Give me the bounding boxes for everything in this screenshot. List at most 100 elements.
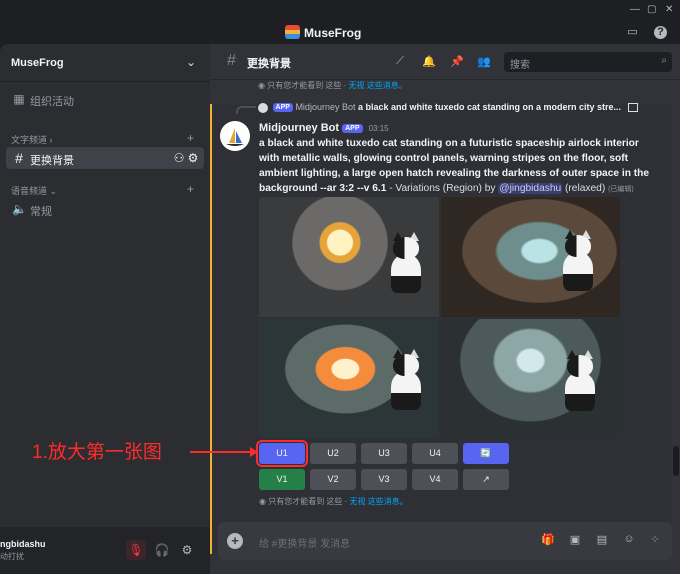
- cat-figure: [561, 230, 595, 291]
- emoji-icon[interactable]: ☺: [622, 533, 636, 547]
- u3-button[interactable]: U3: [361, 443, 407, 464]
- voice-channels-category[interactable]: 语音频道 ⌄ +: [11, 182, 194, 197]
- text-channels-category[interactable]: 文字频道 › +: [11, 131, 194, 146]
- cat-figure: [389, 348, 423, 410]
- search-placeholder: 搜索: [510, 60, 530, 71]
- server-name: MuseFrog: [11, 57, 64, 69]
- v2-button[interactable]: V2: [310, 469, 356, 490]
- generated-image-4[interactable]: [440, 318, 620, 438]
- hash-icon: #: [15, 150, 23, 166]
- channel-title: 更换背景: [247, 58, 291, 70]
- generated-image-3[interactable]: [259, 318, 439, 438]
- avatar[interactable]: [220, 121, 250, 151]
- cat-figure: [563, 349, 597, 411]
- sticker-icon[interactable]: ▤: [595, 533, 609, 547]
- sidebar-item-channel[interactable]: # 更换背景 ⚇ ⚙: [6, 147, 204, 169]
- add-channel-icon[interactable]: +: [187, 131, 194, 145]
- message-body: a black and white tuxedo cat standing on…: [259, 136, 654, 197]
- generated-image-1[interactable]: [259, 197, 439, 317]
- annotation-arrow: [190, 451, 256, 453]
- search-icon: ⌕: [661, 55, 667, 66]
- image-icon: [627, 103, 638, 113]
- bell-icon[interactable]: 🔔: [422, 55, 436, 69]
- generated-image-2[interactable]: [440, 197, 620, 317]
- sidebar-item-label: 组织活动: [30, 96, 74, 108]
- app-logo-icon: [285, 25, 300, 39]
- username: ngbidashu: [0, 539, 46, 549]
- members-icon[interactable]: 👥: [477, 55, 491, 69]
- avatar: [258, 102, 268, 113]
- sidebar-item-label: 常规: [30, 206, 52, 218]
- maximize-button[interactable]: ▢: [647, 4, 656, 15]
- sidebar-item-label: 更换背景: [30, 155, 74, 167]
- speaker-icon: 🔈: [12, 202, 27, 216]
- inbox-icon[interactable]: ▭: [626, 26, 639, 39]
- user-mention[interactable]: @jingbidashu: [498, 183, 563, 194]
- reply-author: Midjourney Bot: [295, 102, 356, 112]
- channel-sidebar: [0, 44, 210, 574]
- message-input[interactable]: 给 #更换背景 发消息: [259, 535, 350, 550]
- v4-button[interactable]: V4: [412, 469, 458, 490]
- sidebar-item-events[interactable]: ▦ 组织活动: [6, 88, 204, 110]
- server-header[interactable]: MuseFrog ⌄: [0, 44, 210, 82]
- scrollbar[interactable]: [672, 84, 680, 554]
- close-button[interactable]: ✕: [665, 4, 673, 15]
- title-bar: MuseFrog — ▢ ✕ ▭ ?: [0, 0, 680, 44]
- help-icon[interactable]: ?: [654, 26, 667, 39]
- mic-muted-icon[interactable]: 🎙: [126, 540, 146, 560]
- search-input[interactable]: 搜索 ⌕: [504, 52, 672, 72]
- mode-text: (relaxed): [562, 183, 606, 194]
- variation-text: - Variations (Region) by: [386, 183, 499, 194]
- message-author: Midjourney Bot APP 03:15: [259, 122, 389, 134]
- dismiss-link[interactable]: 无视 这些消息。: [350, 497, 408, 506]
- chevron-down-icon: ⌄: [186, 55, 197, 69]
- v3-button[interactable]: V3: [361, 469, 407, 490]
- scrollbar-thumb[interactable]: [673, 446, 679, 476]
- threads-icon[interactable]: ⟋: [393, 55, 407, 69]
- add-channel-icon[interactable]: +: [187, 182, 194, 196]
- minimize-button[interactable]: —: [630, 4, 640, 15]
- app-badge: APP: [272, 103, 293, 113]
- app-title: MuseFrog: [304, 26, 362, 40]
- annotation-arrowhead: [250, 447, 258, 457]
- category-label: 语音频道 ⌄: [11, 186, 58, 196]
- user-panel: ngbidashu 动打扰 🎙 🎧 ⚙: [0, 527, 210, 574]
- apps-icon[interactable]: ⁘: [648, 533, 662, 547]
- open-link-icon[interactable]: ↗: [463, 469, 509, 490]
- reroll-icon[interactable]: 🔄: [463, 443, 509, 464]
- timestamp: 03:15: [368, 124, 389, 133]
- calendar-icon: ▦: [13, 92, 25, 106]
- dismiss-link[interactable]: 无视 这些消息。: [349, 81, 407, 90]
- cat-figure: [389, 232, 423, 293]
- channel-header: # 更换背景 ⟋ 🔔 📌 👥 搜索 ⌕: [210, 44, 680, 80]
- reply-connector: [236, 106, 256, 114]
- notice-text: 只有您才能看到 这些 ·: [267, 81, 349, 90]
- user-status: 动打扰: [0, 552, 24, 561]
- app-badge: APP: [342, 123, 363, 133]
- gear-icon[interactable]: ⚙: [186, 151, 200, 165]
- image-grid[interactable]: [259, 197, 620, 438]
- gift-icon[interactable]: 🎁: [541, 533, 555, 547]
- u2-button[interactable]: U2: [310, 443, 356, 464]
- gif-icon[interactable]: ▣: [568, 533, 582, 547]
- category-label: 文字频道 ›: [11, 135, 53, 145]
- annotation-label: 1.放大第一张图: [32, 442, 162, 463]
- ephemeral-notice: ◉ 只有您才能看到 这些 · 无视 这些消息。: [258, 81, 407, 90]
- edited-label: (已编辑): [608, 186, 634, 193]
- author-name[interactable]: Midjourney Bot: [259, 122, 339, 134]
- pin-icon[interactable]: 📌: [450, 55, 464, 69]
- gear-icon[interactable]: ⚙: [177, 540, 197, 560]
- sidebar-item-voice[interactable]: 🔈 常规: [6, 198, 204, 220]
- headphones-icon[interactable]: 🎧: [152, 540, 172, 560]
- u4-button[interactable]: U4: [412, 443, 458, 464]
- add-attachment-icon[interactable]: +: [227, 533, 243, 549]
- reply-reference[interactable]: APP Midjourney Bot a black and white tux…: [236, 102, 638, 114]
- message-composer[interactable]: + 给 #更换背景 发消息 🎁 ▣ ▤ ☺ ⁘: [218, 522, 672, 560]
- chat-area: # 更换背景 ⟋ 🔔 📌 👥 搜索 ⌕ ◉ 只有您才能看到 这些 · 无视 这些…: [210, 44, 680, 574]
- hash-icon: #: [227, 52, 236, 69]
- ephemeral-notice: ◉ 只有您才能看到 这些 · 无视 这些消息。: [259, 497, 408, 506]
- reply-snippet: a black and white tuxedo cat standing on…: [357, 102, 622, 112]
- v1-button[interactable]: V1: [259, 469, 305, 490]
- u1-button[interactable]: U1: [256, 440, 308, 467]
- add-member-icon[interactable]: ⚇: [172, 151, 186, 165]
